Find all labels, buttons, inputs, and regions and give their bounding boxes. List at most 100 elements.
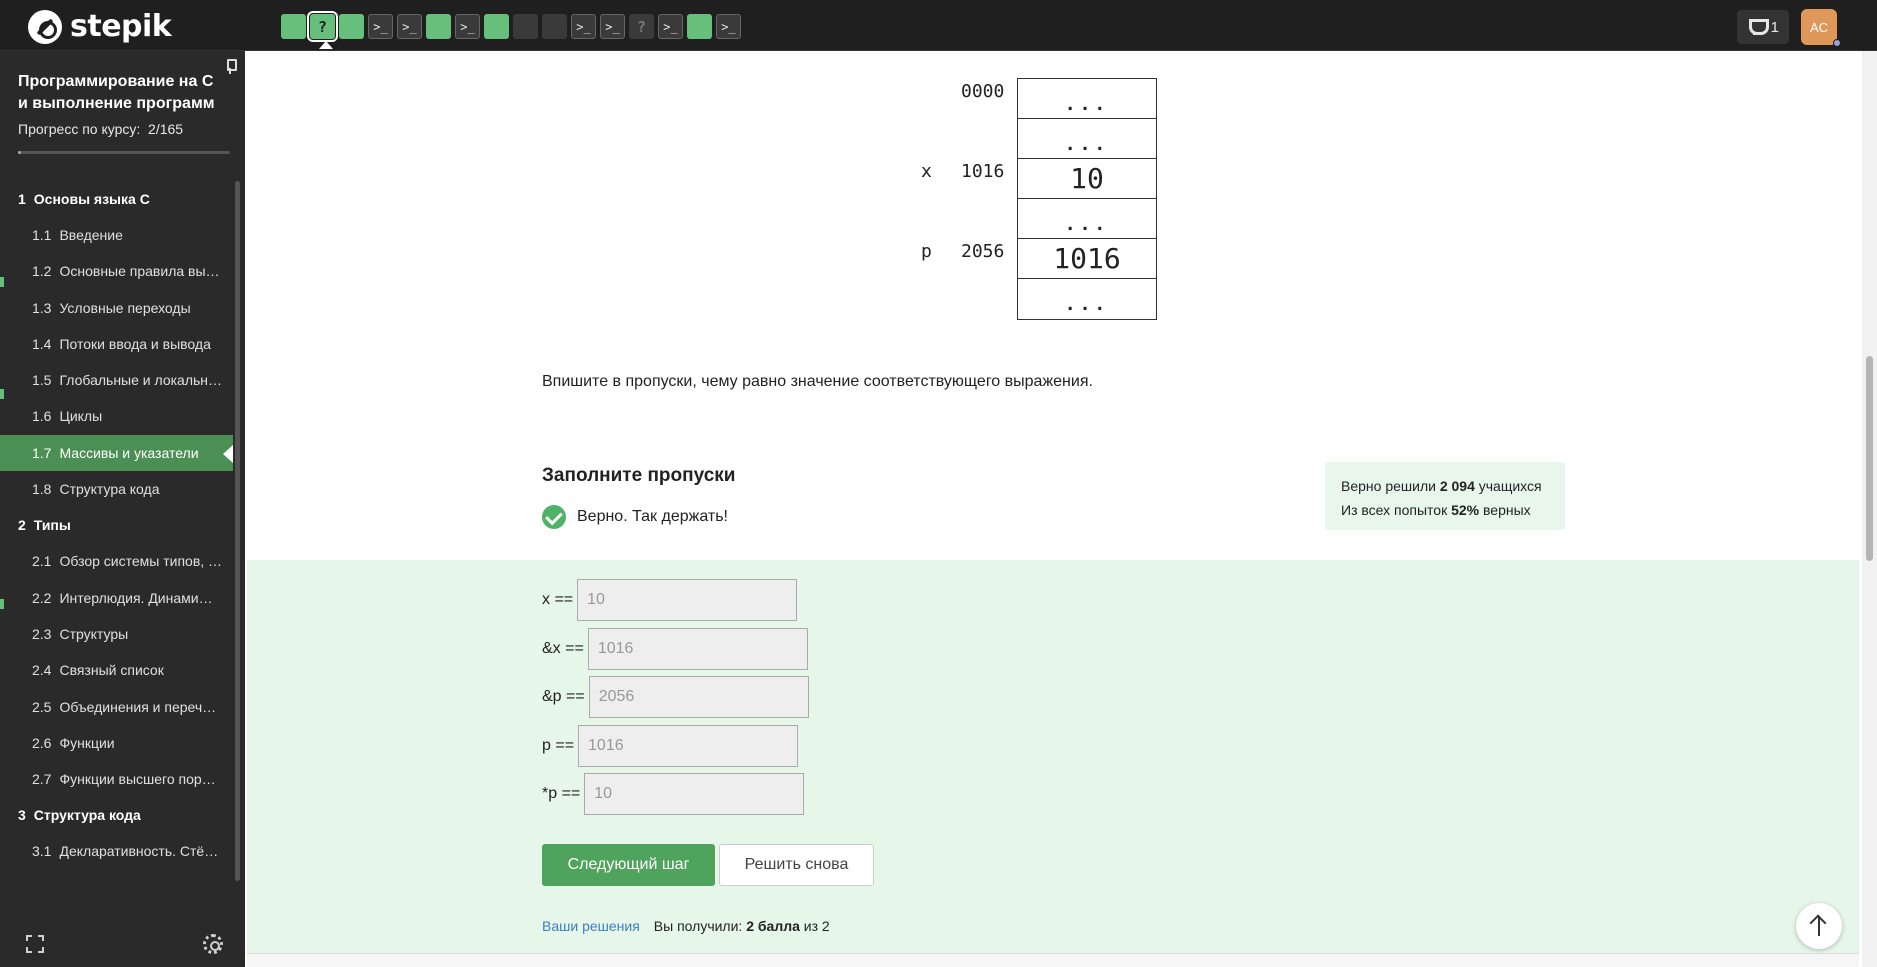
lesson-1-3[interactable]: 1.3 Условные переходы — [0, 290, 233, 326]
step-6[interactable] — [426, 14, 451, 39]
lesson-1-1[interactable]: 1.1 Введение — [0, 217, 233, 253]
terminal-icon: >_ — [460, 19, 475, 34]
lesson-2-4[interactable]: 2.4 Связный список — [0, 652, 233, 688]
step-4[interactable]: >_ — [368, 14, 393, 39]
lesson-3-1[interactable]: 3.1 Декларативность. Стё… — [0, 833, 233, 869]
fill-row: x == 10 — [542, 579, 798, 621]
fill-label: p == — [542, 736, 575, 754]
submission-footer: Ваши решения Вы получили: 2 балла из 2 — [542, 918, 830, 934]
step-9[interactable] — [513, 14, 538, 39]
step-2[interactable]: ? — [307, 11, 338, 42]
lesson-title: Декларативность. Стё… — [59, 843, 219, 860]
section-title: Структура кода — [33, 807, 141, 824]
lesson-1-5[interactable]: 1.5 Глобальные и локальн… — [0, 362, 233, 398]
notification-dot — [1833, 39, 1841, 47]
step-11[interactable]: >_ — [571, 14, 596, 39]
memory-address-0000: 0000 — [961, 81, 1005, 102]
lesson-2-7[interactable]: 2.7 Функции высшего пор… — [0, 761, 233, 797]
page-scrollbar[interactable] — [1862, 51, 1877, 967]
gear-icon[interactable] — [203, 934, 223, 954]
course-title[interactable]: Программирование на C и выполнение прогр… — [18, 71, 227, 115]
terminal-icon: >_ — [576, 19, 591, 34]
lesson-number: 2.4 — [32, 662, 52, 679]
stats-rate-value: 52% — [1451, 502, 1480, 518]
page-scrollbar-thumb[interactable] — [1866, 356, 1873, 561]
memory-cell: 1016 — [1018, 239, 1156, 279]
lesson-1-7[interactable]: 1.7 Массивы и указатели — [0, 434, 233, 472]
lesson-number: 1.4 — [32, 335, 52, 352]
step-12[interactable]: >_ — [600, 14, 625, 39]
lesson-2-3[interactable]: 2.3 Структуры — [0, 616, 233, 652]
avatar-initials: AC — [1809, 19, 1829, 35]
memory-cell: 10 — [1018, 159, 1156, 199]
fill-input[interactable]: 10 — [577, 579, 798, 621]
lesson-title: Основные правила вы… — [59, 263, 220, 280]
section-1[interactable]: 1 Основы языка C — [0, 181, 233, 217]
fullscreen-icon[interactable] — [26, 935, 44, 953]
progress-bar-fill — [18, 151, 21, 154]
lesson-2-2[interactable]: 2.2 Интерлюдия. Динами… — [0, 580, 233, 616]
points-count: 1 — [1770, 18, 1779, 36]
lesson-list: 1 Основы языка C 1.1 Введение 1.2 Основные пр… — [0, 181, 233, 870]
step-14[interactable]: >_ — [658, 14, 683, 39]
question-icon: ? — [317, 17, 328, 36]
solve-again-button[interactable]: Решить снова — [719, 844, 874, 886]
step-navigation: ? >_ >_ >_ >_ >_? >_ >_ — [281, 11, 741, 42]
lesson-1-4[interactable]: 1.4 Потоки ввода и вывода — [0, 326, 233, 362]
score: Вы получили: 2 балла из 2 — [654, 918, 830, 934]
sidebar-scrollbar[interactable] — [235, 181, 240, 881]
lesson-title: Структуры — [59, 625, 129, 642]
bottom-strip — [247, 953, 1859, 967]
fill-input[interactable]: 2056 — [588, 676, 809, 718]
step-10[interactable] — [542, 14, 567, 39]
next-step-button[interactable]: Следующий шаг — [542, 844, 715, 886]
step-3[interactable] — [339, 14, 364, 39]
lesson-title: Условные переходы — [59, 299, 191, 316]
step-8[interactable] — [484, 14, 509, 39]
question-icon: ? — [636, 17, 647, 36]
lesson-2-6[interactable]: 2.6 Функции — [0, 725, 233, 761]
memory-address-x: 1016 — [961, 161, 1005, 182]
lesson-progress-mark — [0, 277, 4, 287]
fill-input[interactable]: 10 — [584, 773, 805, 815]
check-icon — [542, 505, 566, 529]
score-value: 2 балла — [746, 918, 800, 934]
lesson-2-1[interactable]: 2.1 Обзор системы типов, … — [0, 543, 233, 579]
fill-row: p == 1016 — [542, 724, 799, 767]
fill-input[interactable]: 1016 — [578, 724, 799, 767]
section-number: 1 — [18, 191, 26, 207]
lesson-1-8[interactable]: 1.8 Структура кода — [0, 471, 233, 507]
step-7[interactable]: >_ — [455, 14, 480, 39]
fill-row: *p == 10 — [542, 773, 805, 815]
score-max: из 2 — [799, 918, 830, 934]
pin-icon[interactable] — [225, 59, 237, 74]
lesson-number: 1.1 — [32, 227, 52, 243]
step-13[interactable]: ? — [629, 14, 654, 39]
lesson-number: 1.7 — [32, 444, 52, 461]
avatar[interactable]: AC — [1801, 9, 1841, 47]
step-1[interactable] — [281, 14, 306, 39]
lesson-title: Связный список — [59, 662, 164, 679]
step-16[interactable]: >_ — [716, 14, 741, 39]
stepik-logo[interactable]: stepik — [28, 9, 172, 44]
fill-label: *p == — [542, 785, 581, 802]
step-15[interactable] — [687, 14, 712, 39]
step-5[interactable]: >_ — [397, 14, 422, 39]
section-3[interactable]: 3 Структура кода — [0, 797, 233, 833]
lesson-number: 2.1 — [32, 553, 52, 570]
lesson-1-6[interactable]: 1.6 Циклы — [0, 398, 233, 434]
section-2[interactable]: 2 Типы — [0, 507, 233, 543]
score-label: Вы получили: — [653, 918, 747, 934]
points-button[interactable]: 1 — [1736, 10, 1789, 44]
fill-input[interactable]: 1016 — [587, 627, 808, 670]
fill-label: &x == — [542, 639, 584, 657]
terminal-icon: >_ — [721, 19, 736, 34]
your-solutions-link[interactable]: Ваши решения — [542, 918, 640, 934]
lesson-1-2[interactable]: 1.2 Основные правила вы… — [0, 253, 233, 289]
lesson-title: Циклы — [59, 408, 103, 425]
section-title: Типы — [33, 517, 71, 534]
section-title: Основы языка C — [33, 191, 150, 207]
current-step-caret — [319, 41, 333, 49]
lesson-2-5[interactable]: 2.5 Объединения и переч… — [0, 689, 233, 725]
scroll-to-top-button[interactable] — [1796, 903, 1842, 949]
